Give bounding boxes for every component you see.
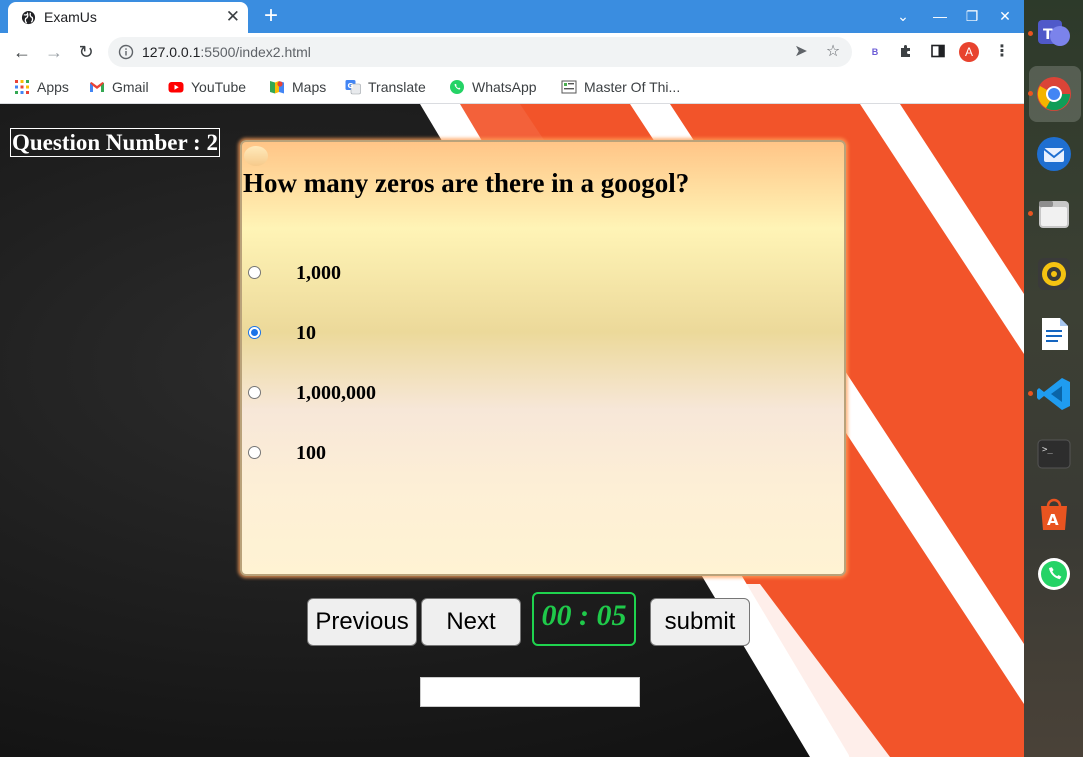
maps-icon xyxy=(270,81,284,94)
files-icon[interactable] xyxy=(1036,196,1072,232)
bookmark-label: Apps xyxy=(37,79,69,95)
result-box xyxy=(420,677,640,707)
option-label: 100 xyxy=(296,442,326,464)
question-number-label: Question Number : 2 xyxy=(10,128,220,157)
bookmark-master-of-things[interactable]: Master Of Thi... xyxy=(561,77,680,97)
bookmark-label: Gmail xyxy=(112,79,149,95)
app-dock: T >_ A xyxy=(1024,0,1083,757)
minimize-icon[interactable]: — xyxy=(928,5,952,27)
running-indicator xyxy=(1028,391,1033,396)
submit-button[interactable]: submit xyxy=(650,598,750,646)
option-radio[interactable] xyxy=(248,386,261,399)
translate-icon: G xyxy=(345,80,361,95)
svg-text:T: T xyxy=(1043,27,1053,43)
bookmark-label: YouTube xyxy=(191,79,247,95)
option-radio[interactable] xyxy=(248,326,261,339)
svg-text:>_: >_ xyxy=(1042,445,1053,455)
option-label: 1,000,000 xyxy=(296,382,376,404)
whatsapp-icon[interactable] xyxy=(1036,556,1072,592)
countdown-timer: 00 : 05 xyxy=(532,592,636,646)
tab-search-icon[interactable]: ⌄ xyxy=(891,5,915,27)
tab-title: ExamUs xyxy=(44,9,97,25)
running-indicator xyxy=(1028,91,1033,96)
bookmark-translate[interactable]: G Translate xyxy=(345,77,426,97)
thunderbird-icon[interactable] xyxy=(1036,136,1072,172)
bookmark-label: Translate xyxy=(368,79,426,95)
question-text: How many zeros are there in a googol? xyxy=(243,168,690,198)
option-radio[interactable] xyxy=(248,446,261,459)
forward-icon[interactable]: → xyxy=(41,39,67,65)
url-text: 127.0.0.1:5500/index2.html xyxy=(142,44,311,60)
card-decoration xyxy=(244,146,268,166)
running-indicator xyxy=(1028,31,1033,36)
terminal-icon[interactable]: >_ xyxy=(1036,436,1072,472)
tab-strip: ExamUs ✕ + ⌄ — ❐ ✕ xyxy=(0,0,1024,33)
bookmark-youtube[interactable]: YouTube xyxy=(168,77,246,97)
browser-window: ExamUs ✕ + ⌄ — ❐ ✕ ← → ↻ 127.0.0.1:5500/… xyxy=(0,0,1024,104)
svg-text:G: G xyxy=(348,82,354,90)
reload-icon[interactable]: ↻ xyxy=(73,39,99,65)
send-tab-icon[interactable]: ➤ xyxy=(792,43,810,61)
app-center-icon[interactable]: A xyxy=(1036,496,1072,532)
restore-icon[interactable]: ❐ xyxy=(960,5,984,27)
extension-b-icon[interactable]: B xyxy=(864,41,886,63)
option-label: 10 xyxy=(296,322,316,344)
bookmark-star-icon[interactable]: ☆ xyxy=(824,43,842,61)
running-indicator xyxy=(1028,211,1033,216)
next-button[interactable]: Next xyxy=(421,598,521,646)
site-info-icon[interactable] xyxy=(118,44,134,60)
back-icon[interactable]: ← xyxy=(9,39,35,65)
extensions-puzzle-icon[interactable] xyxy=(895,41,917,63)
globe-icon xyxy=(21,10,36,25)
exam-page: Question Number : 2 How many zeros are t… xyxy=(0,104,1024,757)
vscode-icon[interactable] xyxy=(1036,376,1072,412)
gmail-icon xyxy=(90,82,104,92)
bookmark-gmail[interactable]: Gmail xyxy=(89,77,149,97)
browser-tab[interactable]: ExamUs ✕ xyxy=(8,2,248,33)
bookmark-maps[interactable]: Maps xyxy=(269,77,326,97)
option-label: 1,000 xyxy=(296,262,341,284)
previous-button[interactable]: Previous xyxy=(307,598,417,646)
bookmark-apps[interactable]: Apps xyxy=(14,77,69,97)
close-window-icon[interactable]: ✕ xyxy=(993,5,1017,27)
bookmark-label: Master Of Thi... xyxy=(584,79,681,95)
teams-icon[interactable]: T xyxy=(1036,16,1072,52)
option-radio[interactable] xyxy=(248,266,261,279)
browser-toolbar: ← → ↻ 127.0.0.1:5500/index2.html ➤ ☆ B A… xyxy=(0,33,1024,71)
bookmarks-bar: Apps Gmail YouTube Maps G Translate What… xyxy=(0,71,1024,104)
bookmark-label: WhatsApp xyxy=(472,79,537,95)
apps-grid-icon xyxy=(15,80,29,94)
youtube-icon xyxy=(168,82,184,93)
site-icon xyxy=(561,80,577,94)
rhythmbox-icon[interactable] xyxy=(1036,256,1072,292)
new-tab-button[interactable]: + xyxy=(258,2,284,30)
chrome-menu-icon[interactable]: ⋮ xyxy=(991,41,1013,63)
address-bar[interactable]: 127.0.0.1:5500/index2.html ➤ ☆ xyxy=(108,37,852,67)
profile-avatar[interactable]: A xyxy=(959,42,979,62)
bookmark-label: Maps xyxy=(292,79,327,95)
chrome-icon[interactable] xyxy=(1036,76,1072,112)
side-panel-icon[interactable] xyxy=(927,41,949,63)
whatsapp-icon xyxy=(450,80,464,94)
question-card: How many zeros are there in a googol? 1,… xyxy=(240,140,846,576)
writer-icon[interactable] xyxy=(1036,316,1072,352)
svg-text:A: A xyxy=(1047,511,1059,529)
close-tab-icon[interactable]: ✕ xyxy=(226,7,240,27)
bookmark-whatsapp[interactable]: WhatsApp xyxy=(449,77,537,97)
